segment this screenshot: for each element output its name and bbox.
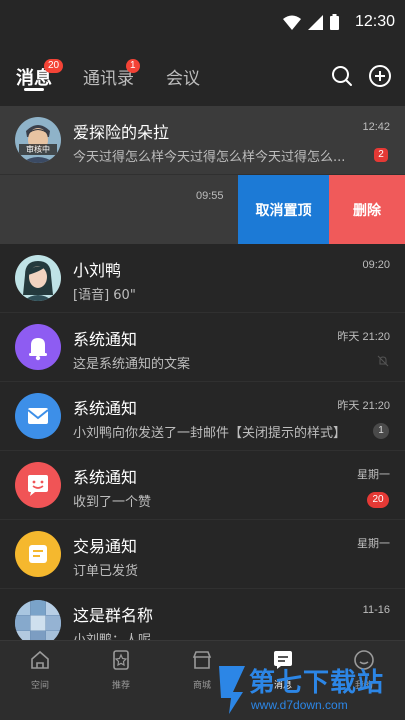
unread-badge: 20 — [367, 492, 389, 508]
conversation-preview: 收到了一个赞 — [73, 495, 152, 510]
note-icon — [15, 531, 61, 577]
add-icon[interactable] — [368, 64, 392, 88]
watermark-url: www.d7down.com — [251, 698, 348, 712]
conversation-preview: 这是系统通知的文案 — [73, 357, 191, 372]
smile-chat-icon — [15, 462, 61, 508]
status-icons — [283, 12, 339, 30]
conversation-row[interactable]: 系统通知 小刘鸭向你发送了一封邮件【关闭提示的样式】 昨天 21:20 1 — [0, 382, 405, 451]
active-tab-indicator — [24, 88, 44, 91]
bell-icon — [15, 324, 61, 370]
conversation-name: 小刘鸭 — [73, 261, 122, 280]
tab-messages-badge: 20 — [44, 59, 64, 73]
swiped-conversation-row[interactable]: 09:55 取消置顶 删除 — [0, 175, 405, 244]
wifi-icon — [283, 15, 301, 30]
conversation-preview: 小刘鸭向你发送了一封邮件【关闭提示的样式】 — [73, 426, 347, 441]
muted-icon — [377, 355, 389, 367]
tabbar-item-recommend[interactable]: 推荐 — [96, 649, 146, 691]
girl-avatar — [15, 255, 61, 301]
signal-icon — [308, 15, 323, 30]
status-bar: 12:30 — [0, 0, 405, 44]
conversation-row[interactable]: 这是群名称 小刘鸭：人呢 11-16 — [0, 589, 405, 640]
tabbar-item-space[interactable]: 空间 — [15, 649, 65, 691]
shop-icon — [192, 651, 212, 669]
conversation-name: 系统通知 — [73, 330, 138, 349]
battery-icon — [330, 14, 339, 30]
conversation-time: 星期一 — [357, 538, 390, 550]
conversation-preview: [语音] 60" — [73, 288, 136, 303]
search-icon[interactable] — [330, 64, 354, 88]
conversation-name: 爱探险的朵拉 — [73, 123, 170, 142]
unread-badge: 1 — [373, 423, 389, 439]
conversation-time: 昨天 21:20 — [337, 331, 390, 343]
person-avatar: 审核中 — [15, 117, 61, 163]
conversation-row[interactable]: 审核中 爱探险的朵拉 今天过得怎么样今天过得怎么样今天过得怎么... 12:42… — [0, 106, 405, 175]
tabbar-label: 空间 — [30, 681, 49, 691]
conversation-name: 系统通知 — [73, 468, 138, 487]
mail-icon — [15, 393, 61, 439]
delete-button[interactable]: 删除 — [329, 175, 405, 244]
avatar-status-label: 审核中 — [19, 144, 57, 155]
conversation-time: 09:20 — [362, 259, 390, 271]
top-tabs: 消息 20 通讯录 1 会议 — [0, 44, 405, 106]
unread-badge: 2 — [374, 148, 388, 162]
conversation-row[interactable]: 交易通知 订单已发货 星期一 — [0, 520, 405, 589]
conversation-row[interactable]: 小刘鸭 [语音] 60" 09:20 — [0, 244, 405, 313]
conversation-time: 星期一 — [357, 469, 390, 481]
home-icon — [31, 650, 49, 669]
conversation-row[interactable]: 系统通知 收到了一个赞 星期一 20 — [0, 451, 405, 520]
tab-contacts-badge: 1 — [126, 59, 140, 73]
watermark-text: 第七下载站 — [249, 668, 385, 698]
clock: 12:30 — [354, 13, 395, 30]
tabbar-label: 推荐 — [111, 681, 130, 691]
conversation-preview: 今天过得怎么样今天过得怎么样今天过得怎么... — [73, 150, 346, 165]
group-avatar — [15, 600, 61, 640]
conversation-row[interactable]: 系统通知 这是系统通知的文案 昨天 21:20 — [0, 313, 405, 382]
conversation-name: 系统通知 — [73, 399, 138, 418]
star-doc-icon — [113, 650, 129, 670]
conversation-time: 09:55 — [196, 190, 224, 202]
site-watermark: 第七下载站 www.d7down.com — [215, 660, 405, 720]
conversation-preview: 小刘鸭：人呢 — [73, 629, 151, 640]
conversation-name: 交易通知 — [73, 537, 138, 556]
conversation-list: 审核中 爱探险的朵拉 今天过得怎么样今天过得怎么样今天过得怎么... 12:42… — [0, 106, 405, 640]
tab-meetings[interactable]: 会议 — [166, 64, 200, 89]
conversation-time: 昨天 21:20 — [337, 400, 390, 412]
conversation-time: 11-16 — [362, 604, 390, 616]
unpin-button[interactable]: 取消置顶 — [238, 175, 329, 244]
conversation-time: 12:42 — [362, 121, 390, 133]
conversation-preview: 订单已发货 — [73, 564, 139, 579]
conversation-name: 这是群名称 — [73, 606, 154, 625]
watermark-logo-icon — [219, 666, 245, 714]
